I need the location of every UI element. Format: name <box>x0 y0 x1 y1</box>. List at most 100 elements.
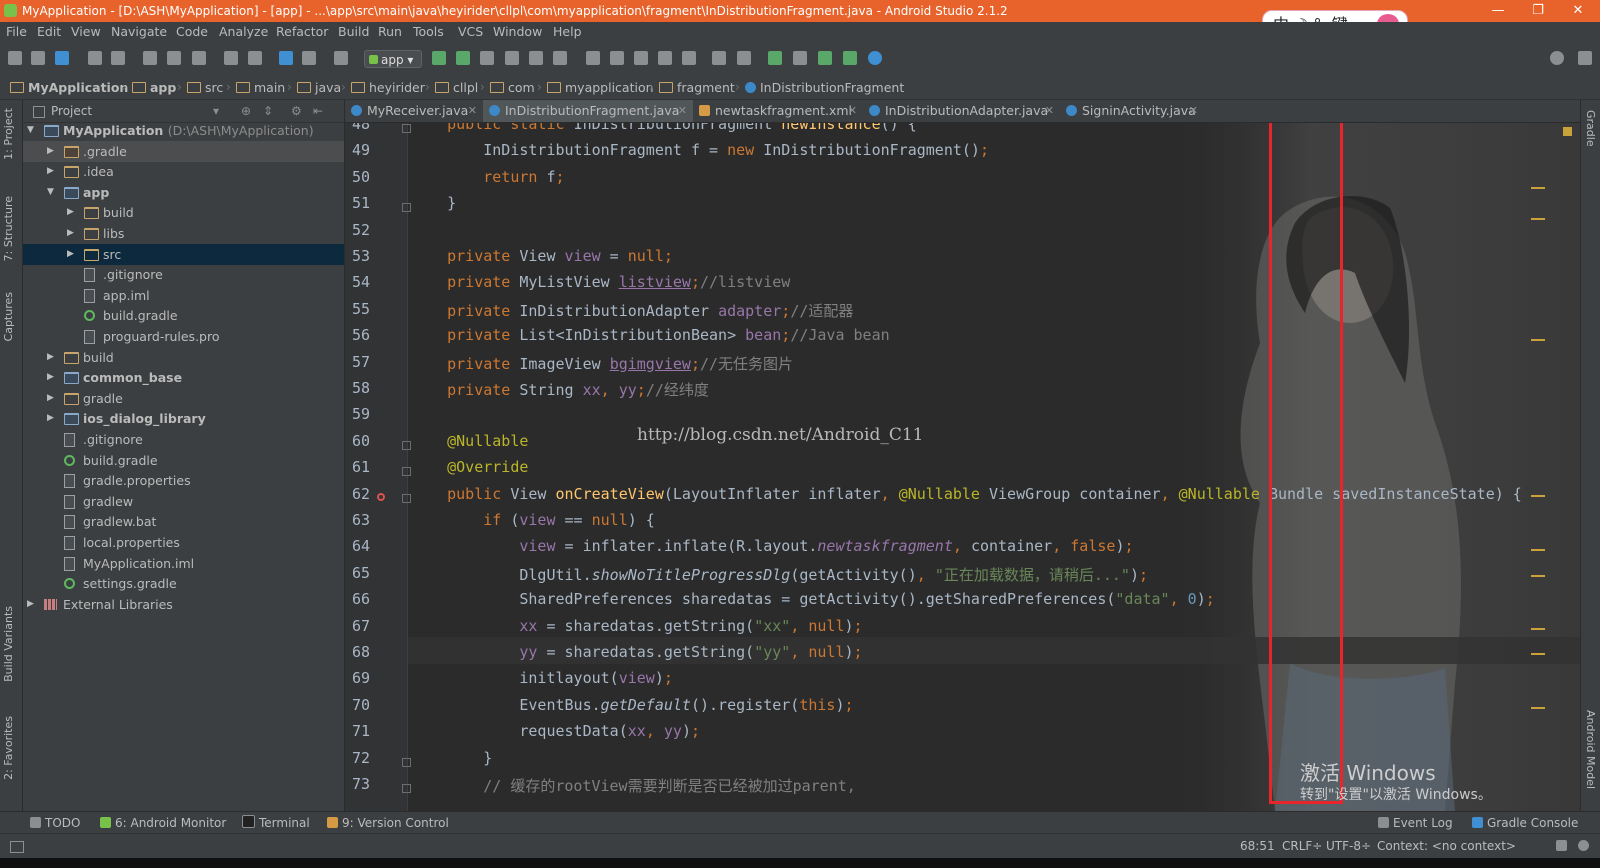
collapsed-arrow-icon[interactable]: ▶ <box>67 202 74 223</box>
inspector-icon[interactable] <box>1578 840 1589 851</box>
redo-icon[interactable] <box>111 51 125 65</box>
editor-tab[interactable]: MyReceiver.java ✕ <box>345 100 483 122</box>
breadcrumb-item[interactable]: java <box>297 76 341 99</box>
tree-item[interactable]: gradle.properties <box>23 470 344 491</box>
menu-run[interactable]: Run <box>378 22 402 42</box>
context-indicator[interactable]: Context: <no context> <box>1377 834 1516 858</box>
tool-tab-captures[interactable]: Captures <box>2 292 15 341</box>
caret-position[interactable]: 68:51 <box>1240 834 1275 858</box>
hide-panel-icon[interactable]: ⇤ <box>313 100 323 122</box>
project-view-select[interactable]: Project <box>51 100 92 122</box>
sync-icon[interactable] <box>55 51 69 65</box>
tree-item[interactable]: ▶ External Libraries <box>23 594 344 615</box>
avd-manager-icon[interactable] <box>768 51 782 65</box>
tree-item[interactable]: ▶ common_base <box>23 367 344 388</box>
breadcrumb-item[interactable]: MyApplication <box>10 76 128 99</box>
error-stripe-marker[interactable] <box>1531 707 1545 709</box>
error-stripe-marker[interactable] <box>1531 653 1545 655</box>
error-stripe-marker[interactable] <box>1531 628 1545 630</box>
android-device-monitor-icon[interactable] <box>818 51 832 65</box>
menu-edit[interactable]: Edit <box>37 22 61 42</box>
apply-changes-icon[interactable] <box>505 51 519 65</box>
tool-todo[interactable]: TODO <box>30 812 80 834</box>
inspection-warning-icon[interactable] <box>1563 127 1572 136</box>
close-tab-icon[interactable]: ✕ <box>848 100 857 122</box>
menu-build[interactable]: Build <box>338 22 369 42</box>
close-tab-icon[interactable]: ✕ <box>1045 100 1054 122</box>
sdk-manager-icon[interactable] <box>793 51 807 65</box>
settings-icon[interactable] <box>712 51 726 65</box>
close-button[interactable]: ✕ <box>1558 0 1598 22</box>
tool-gradle-console[interactable]: Gradle Console <box>1472 812 1578 834</box>
error-stripe-marker[interactable] <box>1531 495 1545 497</box>
menu-view[interactable]: View <box>71 22 101 42</box>
vcs-update-icon[interactable] <box>586 51 600 65</box>
breadcrumb-item[interactable]: myapplication <box>547 76 654 99</box>
vcs-commit-icon[interactable] <box>610 51 624 65</box>
run-icon[interactable] <box>432 51 446 65</box>
event-log-toolbar-icon[interactable] <box>1578 51 1592 65</box>
vcs-compare-icon[interactable] <box>634 51 648 65</box>
tree-item[interactable]: ▼ app <box>23 182 344 203</box>
tree-item[interactable]: ▶ libs <box>23 223 344 244</box>
make-project-icon[interactable] <box>334 51 348 65</box>
menu-tools[interactable]: Tools <box>413 22 444 42</box>
tool-tab-project[interactable]: 1: Project <box>2 108 15 160</box>
android-icon[interactable] <box>843 51 857 65</box>
vcs-revert-icon[interactable] <box>682 51 696 65</box>
undo-icon[interactable] <box>88 51 102 65</box>
tree-item[interactable]: gradlew <box>23 491 344 512</box>
vcs-history-icon[interactable] <box>658 51 672 65</box>
search-everywhere-icon[interactable] <box>1550 51 1564 65</box>
open-icon[interactable] <box>8 51 22 65</box>
back-icon[interactable] <box>279 51 293 65</box>
collapsed-arrow-icon[interactable]: ▶ <box>67 244 74 265</box>
editor-tab[interactable]: newtaskfragment.xml ✕ <box>693 100 863 122</box>
error-stripe-marker[interactable] <box>1531 218 1545 220</box>
tool-tab-gradle[interactable]: Gradle <box>1584 110 1597 147</box>
coverage-icon[interactable] <box>529 51 543 65</box>
error-stripe-marker[interactable] <box>1531 187 1545 189</box>
tree-item[interactable]: build.gradle <box>23 450 344 471</box>
tree-item[interactable]: settings.gradle <box>23 573 344 594</box>
error-stripe-marker[interactable] <box>1531 575 1545 577</box>
tree-item[interactable]: ▶ gradle <box>23 388 344 409</box>
line-separator[interactable]: CRLF÷ <box>1282 834 1322 858</box>
tree-item[interactable]: MyApplication.iml <box>23 553 344 574</box>
tool-event-log[interactable]: Event Log <box>1378 812 1453 834</box>
cut-icon[interactable] <box>143 51 157 65</box>
error-stripe-marker[interactable] <box>1531 339 1545 341</box>
menu-vcs[interactable]: VCS <box>458 22 483 42</box>
paste-icon[interactable] <box>192 51 206 65</box>
breadcrumb-item[interactable]: src <box>187 76 223 99</box>
replace-icon[interactable] <box>248 51 262 65</box>
expanded-arrow-icon[interactable]: ▼ <box>47 182 54 203</box>
tool-android-monitor[interactable]: 6: Android Monitor <box>100 812 226 834</box>
breadcrumb-item[interactable]: cllpl <box>435 76 478 99</box>
breadcrumb-item[interactable]: app <box>132 76 176 99</box>
code-editor[interactable]: 48 49 50 51 52 53 54 55 56 57 58 59 60 61 62 63 64 65 66 67… <box>345 123 1580 811</box>
tree-item[interactable]: ▶ ios_dialog_library <box>23 408 344 429</box>
collapsed-arrow-icon[interactable]: ▶ <box>47 161 54 182</box>
breadcrumb-item[interactable]: InDistributionFragment <box>745 76 904 99</box>
collapsed-arrow-icon[interactable]: ▶ <box>47 367 54 388</box>
close-tab-icon[interactable]: ✕ <box>468 100 477 122</box>
tree-item[interactable]: local.properties <box>23 532 344 553</box>
editor-tab[interactable]: InDistributionFragment.java ✕ <box>483 100 693 122</box>
tree-item[interactable]: ▶ build <box>23 347 344 368</box>
tree-item[interactable]: .gitignore <box>23 429 344 450</box>
tree-item[interactable]: ▼ MyApplication (D:\ASH\MyApplication) <box>23 120 344 141</box>
breadcrumb-item[interactable]: heyirider <box>351 76 425 99</box>
file-encoding[interactable]: UTF-8÷ <box>1326 834 1371 858</box>
tool-tab-android-model[interactable]: Android Model <box>1584 710 1597 789</box>
debug-icon[interactable] <box>456 51 470 65</box>
menu-file[interactable]: File <box>6 22 27 42</box>
stop-icon[interactable] <box>553 51 567 65</box>
breadcrumb-item[interactable]: main <box>236 76 285 99</box>
lock-icon[interactable] <box>1556 840 1567 851</box>
menu-refactor[interactable]: Refactor <box>276 22 328 42</box>
save-all-icon[interactable] <box>31 51 45 65</box>
tree-item[interactable]: ▶ .idea <box>23 161 344 182</box>
collapsed-arrow-icon[interactable]: ▶ <box>47 408 54 429</box>
tool-tab-favorites[interactable]: 2: Favorites <box>2 716 15 780</box>
